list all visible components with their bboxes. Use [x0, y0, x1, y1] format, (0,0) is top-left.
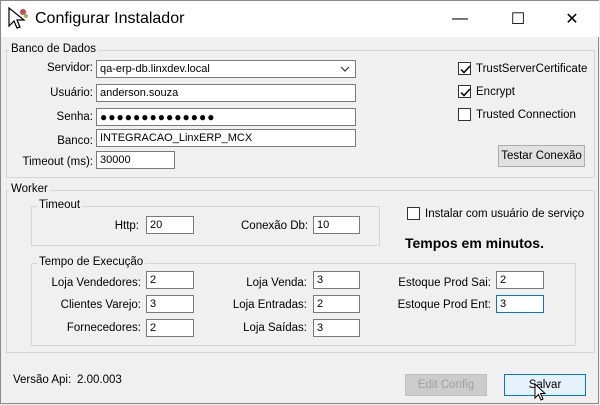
- conexao-db-input[interactable]: 10: [313, 216, 360, 234]
- encrypt-label[interactable]: Encrypt: [476, 86, 515, 98]
- servidor-label: Servidor:: [46, 62, 93, 74]
- usuario-input[interactable]: anderson.souza: [96, 84, 356, 102]
- edit-config-button[interactable]: Edit Config: [405, 374, 487, 396]
- mouse-cursor-icon: [534, 383, 546, 401]
- timeout-input[interactable]: 30000: [96, 151, 175, 169]
- minimize-button[interactable]: —: [437, 1, 483, 37]
- http-label: Http:: [114, 220, 139, 232]
- loja-entradas-input[interactable]: 2: [313, 295, 360, 313]
- servidor-value: qa-erp-db.linxdev.local: [100, 63, 210, 75]
- window-title: Configurar Instalador: [35, 10, 185, 27]
- checkmark-icon: [460, 65, 471, 74]
- worker-group-label: Worker: [9, 183, 50, 195]
- loja-venda-input[interactable]: 3: [313, 271, 360, 289]
- usuario-label: Usuário:: [50, 87, 93, 99]
- senha-input[interactable]: ●●●●●●●●●●●●●●: [96, 108, 356, 126]
- maximize-button[interactable]: ☐: [495, 1, 541, 37]
- timeout-group-label: Timeout: [37, 199, 83, 211]
- service-user-checkbox[interactable]: [407, 207, 420, 220]
- checkmark-icon: [460, 88, 471, 97]
- app-icon: [6, 6, 30, 30]
- close-icon: ✕: [565, 11, 579, 28]
- conexao-db-label: Conexão Db:: [241, 220, 309, 232]
- fornecedores-input[interactable]: 2: [146, 319, 194, 337]
- estoque-prod-ent-input[interactable]: 3: [496, 295, 544, 313]
- loja-venda-label: Loja Venda:: [246, 277, 307, 289]
- chevron-down-icon[interactable]: [339, 62, 351, 76]
- maximize-icon: ☐: [510, 11, 526, 28]
- trust-cert-label[interactable]: TrustServerCertificate: [476, 63, 587, 75]
- estoque-prod-ent-label: Estoque Prod Ent:: [397, 299, 491, 311]
- tempo-execucao-group-label: Tempo de Execução: [37, 256, 146, 268]
- timeout-label: Timeout (ms):: [22, 156, 94, 168]
- title-bar[interactable]: Configurar Instalador — ☐ ✕: [1, 1, 599, 37]
- banco-input[interactable]: INTEGRACAO_LinxERP_MCX: [96, 129, 356, 147]
- loja-saidas-label: Loja Saídas:: [243, 322, 307, 334]
- servidor-combo[interactable]: qa-erp-db.linxdev.local: [96, 60, 356, 78]
- clientes-varejo-label: Clientes Varejo:: [60, 299, 141, 311]
- testar-conexao-button[interactable]: Testar Conexão: [498, 145, 585, 167]
- senha-label: Senha:: [56, 111, 93, 123]
- loja-vendedores-label: Loja Vendedores:: [51, 277, 141, 289]
- loja-saidas-input[interactable]: 3: [313, 319, 360, 337]
- encrypt-checkbox[interactable]: [458, 85, 471, 98]
- fornecedores-label: Fornecedores:: [66, 322, 141, 334]
- banco-group-label: Banco de Dados: [9, 43, 99, 55]
- minimize-icon: —: [452, 10, 468, 27]
- trusted-connection-label[interactable]: Trusted Connection: [476, 109, 576, 121]
- close-button[interactable]: ✕: [549, 1, 595, 37]
- estoque-prod-sai-input[interactable]: 2: [496, 271, 544, 289]
- service-user-label[interactable]: Instalar com usuário de serviço: [425, 208, 584, 220]
- trust-cert-checkbox[interactable]: [458, 62, 471, 75]
- versao-api-label: Versão Api:: [13, 374, 72, 386]
- minutes-note: Tempos em minutos.: [405, 235, 544, 251]
- banco-label: Banco:: [57, 135, 93, 147]
- http-input[interactable]: 20: [146, 216, 194, 234]
- loja-vendedores-input[interactable]: 2: [146, 271, 194, 289]
- estoque-prod-sai-label: Estoque Prod Sai:: [398, 277, 491, 289]
- trusted-connection-checkbox[interactable]: [458, 108, 471, 121]
- installer-window: Configurar Instalador — ☐ ✕ Banco de Dad…: [0, 0, 599, 404]
- versao-api-value: 2.00.003: [77, 374, 122, 386]
- clientes-varejo-input[interactable]: 3: [146, 295, 194, 313]
- loja-entradas-label: Loja Entradas:: [232, 299, 307, 311]
